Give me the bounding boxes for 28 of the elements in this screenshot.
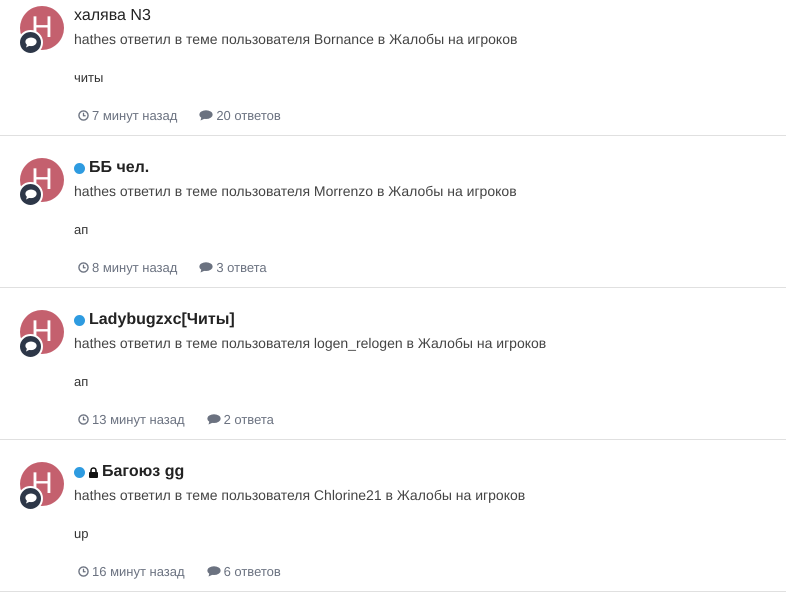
post-snippet: ап: [74, 221, 90, 239]
reply-count: 3 ответа: [216, 258, 267, 276]
reply-count: 20 ответов: [216, 106, 281, 124]
activity-summary: hathes ответил в теме пользователя logen_relogen в Жалобы на игроков: [74, 334, 548, 353]
topic-title[interactable]: Багоюз gg: [102, 462, 184, 482]
topic-title[interactable]: халява N3: [74, 6, 151, 26]
post-time: 8 минут назад: [92, 258, 178, 277]
post-time: 16 минут назад: [92, 562, 185, 581]
activity-summary: hathes ответил в теме пользователя Morrenzo в Жалобы на игроков: [74, 182, 518, 201]
post-snippet: up: [74, 525, 90, 543]
topic-title[interactable]: ББ чел.: [89, 158, 150, 178]
post-snippet: читы: [74, 69, 104, 87]
comment-icon: [199, 262, 214, 273]
topic-title[interactable]: Ladybugzxc[Читы]: [89, 310, 235, 330]
post-time: 7 минут назад: [92, 106, 178, 125]
comment-icon: [206, 414, 221, 425]
post-time: 13 минут назад: [92, 410, 185, 429]
post-snippet: ап: [74, 373, 90, 391]
activity-summary: hathes ответил в теме пользователя Bornance в Жалобы на игроков: [74, 30, 518, 49]
reply-count: 6 ответов: [224, 562, 281, 580]
reply-count: 2 ответа: [224, 410, 274, 428]
clock-icon: [78, 566, 89, 577]
comment-icon: [199, 110, 214, 121]
clock-icon: [78, 414, 89, 425]
comment-icon: [206, 566, 221, 577]
clock-icon: [78, 110, 89, 121]
clock-icon: [78, 262, 89, 273]
activity-summary: hathes ответил в теме пользователя Chlorine21 в Жалобы на игроков: [74, 486, 526, 505]
